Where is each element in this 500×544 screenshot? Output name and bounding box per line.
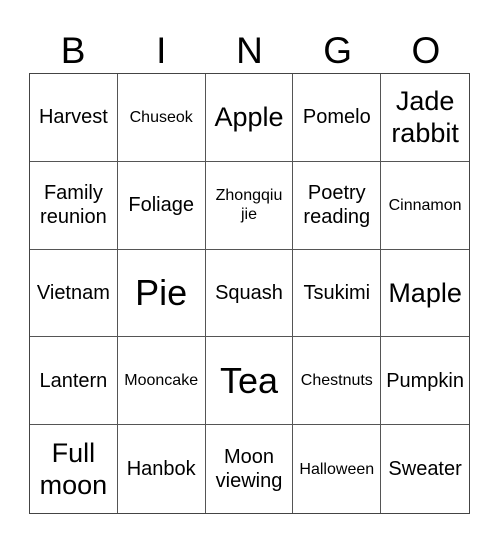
header-letter-g: G: [323, 30, 353, 71]
bingo-cell[interactable]: Foliage: [117, 161, 206, 250]
bingo-cell[interactable]: Pumpkin: [381, 337, 469, 426]
bingo-cell[interactable]: Pomelo: [293, 74, 382, 162]
header-letter-i: I: [156, 30, 167, 71]
bingo-cell[interactable]: Mooncake: [117, 337, 206, 426]
header-letter-o: O: [411, 30, 441, 71]
bingo-cell[interactable]: Family reunion: [30, 161, 118, 250]
bingo-cell[interactable]: Tsukimi: [293, 249, 382, 338]
header-letter-b: B: [60, 30, 86, 71]
bingo-cell[interactable]: Poetry reading: [293, 161, 382, 250]
bingo-grid: Harvest Chuseok Apple Pomelo Jade rabbit Fami…: [29, 73, 470, 514]
bingo-cell[interactable]: Chuseok: [117, 74, 206, 162]
bingo-cell[interactable]: Halloween: [293, 425, 382, 513]
bingo-cell[interactable]: Lantern: [30, 337, 118, 426]
bingo-cell[interactable]: Chestnuts: [293, 337, 382, 426]
bingo-cell[interactable]: Tea: [205, 337, 294, 426]
bingo-cell[interactable]: Moon viewing: [206, 425, 294, 513]
bingo-cell[interactable]: Apple: [205, 74, 294, 162]
bingo-cell[interactable]: Squash: [205, 249, 294, 338]
bingo-cell[interactable]: Hanbok: [118, 425, 206, 513]
bingo-cell[interactable]: Sweater: [381, 425, 469, 513]
bingo-header: B I N G O: [29, 30, 470, 72]
bingo-cell[interactable]: Pie: [117, 249, 206, 338]
bingo-cell[interactable]: Full moon: [30, 425, 118, 513]
bingo-cell[interactable]: Jade rabbit: [381, 74, 469, 162]
bingo-cell[interactable]: Zhongqiu jie: [205, 161, 294, 250]
bingo-cell[interactable]: Cinnamon: [381, 162, 469, 250]
header-letter-n: N: [236, 30, 263, 71]
bingo-cell[interactable]: Vietnam: [30, 249, 118, 338]
bingo-cell[interactable]: Maple: [381, 250, 469, 338]
bingo-cell[interactable]: Harvest: [30, 74, 118, 162]
